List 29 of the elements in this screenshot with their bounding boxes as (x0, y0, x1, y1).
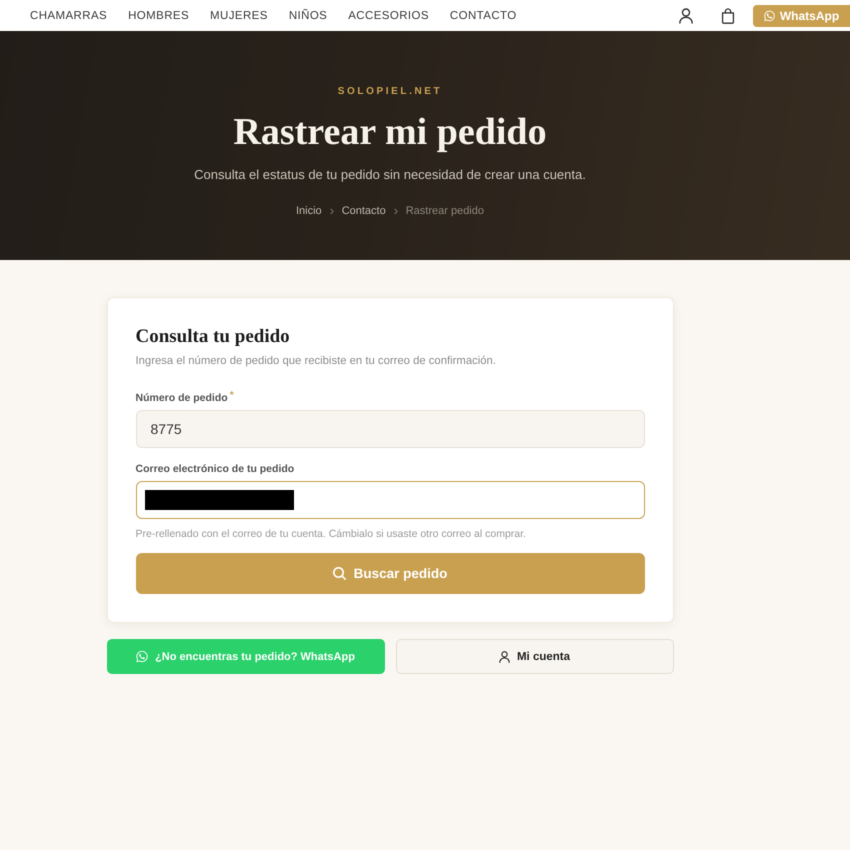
nav-link[interactable]: CHAMARRAS (30, 8, 108, 22)
bag-icon[interactable] (721, 8, 735, 24)
input-field[interactable]: 8775 (136, 410, 644, 448)
account-button[interactable]: Mi cuenta (396, 639, 674, 674)
breadcrumb-link[interactable]: Contacto (342, 203, 386, 219)
input-field[interactable] (136, 481, 644, 519)
search-icon (332, 567, 346, 580)
field-label: Número de pedido (136, 391, 228, 406)
breadcrumb-current-page: Rastrear pedido (406, 204, 484, 219)
nav-link[interactable]: HOMBRES (128, 8, 190, 22)
chevron-icon (330, 208, 334, 214)
card-description: Ingresa el número de pedido que recibiste en tu correo de confirmación. (136, 354, 497, 369)
nav-link[interactable]: CONTACTO (450, 8, 517, 22)
breadcrumb-link[interactable]: Inicio (296, 203, 322, 219)
page-subtitle: Consulta el estatus de tu pedido sin necesidad de crear una cuenta. (194, 166, 586, 184)
page-title: Rastrear mi pedido (233, 110, 547, 154)
user-icon (498, 650, 510, 662)
whatsapp-icon (136, 650, 148, 663)
field-label: Correo electrónico de tu pedido (136, 462, 294, 477)
chevron-icon (394, 208, 398, 214)
nav-link[interactable]: ACCESORIOS (348, 8, 429, 22)
field-hint: Pre-rellenado con el correo de tu cuenta. Cámbialo si usaste otro correo al comprar. (136, 527, 527, 542)
nav-link[interactable]: NIÑOS (288, 8, 328, 22)
nav-link[interactable]: MUJERES (210, 8, 268, 22)
site-name: SOLOPIEL.NET (338, 86, 442, 98)
required-mark: * (230, 390, 234, 402)
user-icon[interactable] (679, 8, 693, 24)
whatsapp-icon (764, 10, 775, 22)
card-title: Consulta tu pedido (136, 325, 291, 349)
